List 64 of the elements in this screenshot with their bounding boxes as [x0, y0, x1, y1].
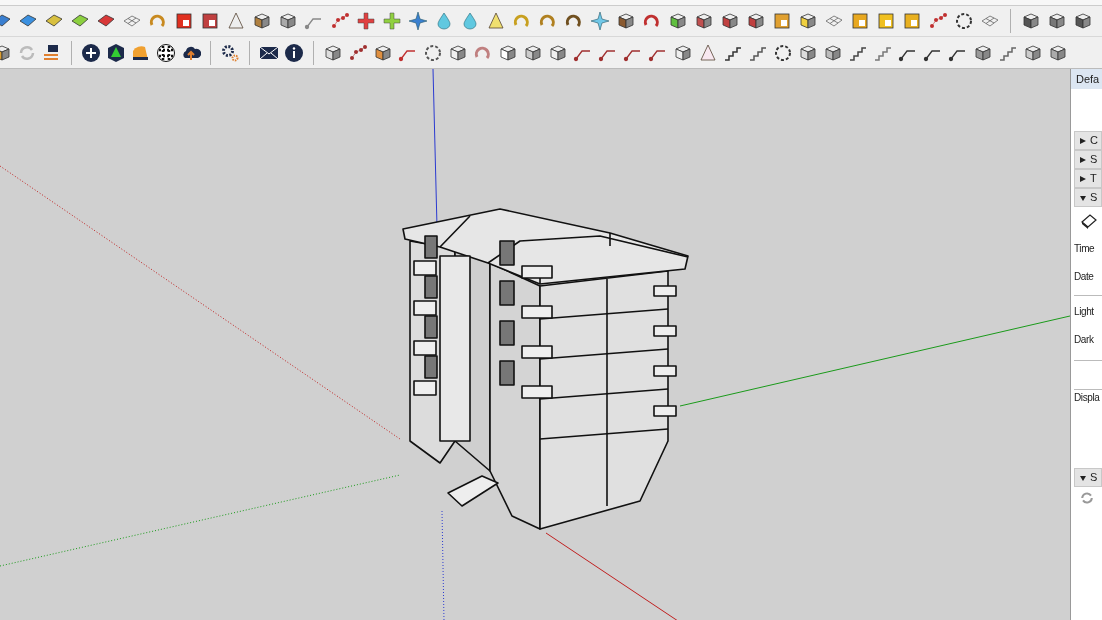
cube-icon[interactable] [720, 11, 740, 31]
cube-icon[interactable] [1021, 11, 1041, 31]
triangle-icon[interactable] [698, 42, 718, 63]
section-header[interactable]: S [1074, 468, 1102, 487]
eraser-icon [1080, 213, 1098, 229]
section-header[interactable]: S [1074, 150, 1102, 169]
cube-icon[interactable] [1047, 11, 1067, 31]
cube-icon[interactable] [1073, 11, 1093, 31]
cube-icon[interactable] [973, 42, 993, 63]
cube-icon[interactable] [673, 42, 693, 63]
field-label: Displa [1074, 391, 1101, 405]
refresh-icon[interactable] [1079, 490, 1095, 506]
cube-icon[interactable] [323, 42, 343, 63]
square-icon[interactable] [200, 11, 220, 31]
cube-icon[interactable] [1048, 42, 1068, 63]
field-label: Date [1074, 270, 1095, 284]
tray-title: Defa [1071, 69, 1102, 89]
section-header[interactable]: T [1074, 169, 1102, 188]
collapse-icon [1080, 474, 1086, 481]
field-label: Light [1074, 305, 1095, 319]
info-icon[interactable] [284, 42, 304, 63]
cube-icon[interactable] [373, 42, 393, 63]
triangle-icon[interactable] [486, 11, 506, 31]
square-icon[interactable] [876, 11, 896, 31]
circle-icon[interactable] [954, 11, 974, 31]
section-header[interactable]: C [1074, 131, 1102, 150]
cube-icon[interactable] [498, 42, 518, 63]
cross-icon[interactable] [356, 11, 376, 31]
expand-icon [1080, 137, 1086, 144]
cube-icon[interactable] [668, 11, 688, 31]
section-header[interactable]: S [1074, 188, 1102, 207]
cube-icon[interactable] [616, 11, 636, 31]
cube-icon[interactable] [823, 42, 843, 63]
cube-icon[interactable] [694, 11, 714, 31]
star-icon[interactable] [590, 11, 610, 31]
cube-icon[interactable] [798, 42, 818, 63]
cube-icon[interactable] [798, 11, 818, 31]
star-icon[interactable] [408, 11, 428, 31]
cube-icon[interactable] [746, 11, 766, 31]
cube-icon[interactable] [548, 42, 568, 63]
circle-icon[interactable] [773, 42, 793, 63]
dots-icon[interactable] [928, 11, 948, 31]
square-icon[interactable] [850, 11, 870, 31]
field-label: Time [1074, 242, 1096, 256]
checker-ball-icon[interactable] [156, 42, 176, 63]
dots-icon[interactable] [330, 11, 350, 31]
expand-icon [1080, 156, 1086, 163]
square-icon[interactable] [174, 11, 194, 31]
square-icon[interactable] [902, 11, 922, 31]
cube-icon[interactable] [1023, 42, 1043, 63]
cube-icon[interactable] [523, 42, 543, 63]
cube-icon[interactable] [448, 42, 468, 63]
cube-icon[interactable] [252, 11, 272, 31]
collapse-icon [1080, 194, 1086, 201]
circle-icon[interactable] [423, 42, 443, 63]
drop-icon[interactable] [434, 11, 454, 31]
dots-icon[interactable] [348, 42, 368, 63]
expand-icon [1080, 175, 1086, 182]
triangle-icon[interactable] [226, 11, 246, 31]
drop-icon[interactable] [460, 11, 480, 31]
field-label: Dark [1074, 333, 1095, 347]
cube-icon[interactable] [278, 11, 298, 31]
plus-icon[interactable] [81, 42, 101, 63]
square-icon[interactable] [772, 11, 792, 31]
